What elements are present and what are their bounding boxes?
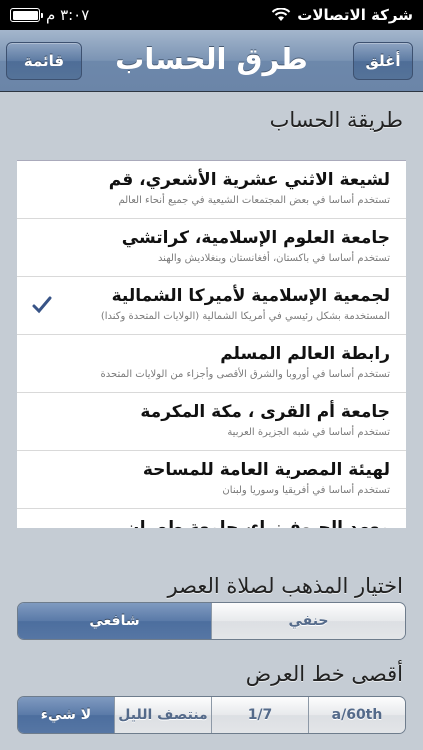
method-title: جامعة أم القرى ، مكة المكرمة <box>140 402 390 422</box>
back-button-label: قائمة <box>23 52 65 70</box>
method-subtitle: تستخدم أساسا في أوروبا والشرق الأقصى وأج… <box>100 369 390 380</box>
latitude-option[interactable]: منتصف الليل <box>115 697 212 733</box>
method-list-item[interactable]: لشيعة الاثني عشرية الأشعري، قم تستخدم أسا… <box>17 161 406 219</box>
carrier-name: شركة الاتصالات <box>297 6 413 24</box>
method-title: لجمعية الإسلامية لأميركا الشمالية <box>111 286 390 306</box>
status-time: ٣:٠٧ م <box>46 6 90 24</box>
asr-method-heading: اختيار المذهب لصلاة العصر <box>167 574 403 598</box>
method-subtitle: تستخدم أساسا في بعض المجتمعات الشيعية في… <box>118 195 390 206</box>
latitude-option[interactable]: a/60th <box>309 697 405 733</box>
status-right: شركة الاتصالات <box>271 6 413 24</box>
battery-icon <box>10 8 43 22</box>
method-list-item[interactable]: لهيئة المصرية العامة للمساحة تستخدم أساسا… <box>17 451 406 509</box>
status-left: ٣:٠٧ م <box>10 6 89 24</box>
latitude-option[interactable]: 1/7 <box>212 697 309 733</box>
method-subtitle: تستخدم أساسا في باكستان، أفغانستان وبنغل… <box>157 253 390 264</box>
method-subtitle: تستخدم أساسا في شبه الجزيرة العربية <box>227 427 390 438</box>
back-button[interactable]: قائمة <box>6 42 82 80</box>
asr-option[interactable]: شافعي <box>18 603 212 639</box>
asr-segmented-control: شافعي حنفي <box>17 602 406 640</box>
checkmark-icon <box>32 296 52 314</box>
latitude-option[interactable]: لا شيء <box>18 697 115 733</box>
wifi-icon <box>272 8 291 21</box>
method-subtitle: المستخدمة بشكل رئيسي في أمريكا الشمالية … <box>100 311 390 322</box>
method-list-item[interactable]: جامعة العلوم الإسلامية، كراتشي تستخدم أسا… <box>17 219 406 277</box>
method-list-item[interactable]: معهد الجيوفيزياء، جامعة طهران <box>17 509 406 528</box>
latitude-heading: أقصى خط العرض <box>245 662 403 686</box>
calc-method-list[interactable]: لشيعة الاثني عشرية الأشعري، قم تستخدم أسا… <box>17 160 406 528</box>
latitude-segmented-control: لا شيء منتصف الليل 1/7 a/60th <box>17 696 406 734</box>
method-subtitle: تستخدم أساسا في أفريقيا وسوريا ولبنان <box>222 485 390 496</box>
method-title: لشيعة الاثني عشرية الأشعري، قم <box>108 170 390 190</box>
asr-option[interactable]: حنفي <box>212 603 405 639</box>
method-title: جامعة العلوم الإسلامية، كراتشي <box>121 228 390 248</box>
method-title: رابطة العالم المسلم <box>220 344 390 364</box>
method-list-item[interactable]: رابطة العالم المسلم تستخدم أساسا في أوروب… <box>17 335 406 393</box>
close-button[interactable]: أغلق <box>353 42 413 80</box>
status-bar: ٣:٠٧ م شركة الاتصالات <box>0 0 423 30</box>
navigation-bar: طرق الحساب أغلق قائمة <box>0 30 423 92</box>
method-title: لهيئة المصرية العامة للمساحة <box>142 460 390 480</box>
method-title: معهد الجيوفيزياء، جامعة طهران <box>125 518 390 528</box>
method-list-item[interactable]: لجمعية الإسلامية لأميركا الشمالية المستخد… <box>17 277 406 335</box>
method-list-item[interactable]: جامعة أم القرى ، مكة المكرمة تستخدم أساسا… <box>17 393 406 451</box>
calc-method-heading: طريقة الحساب <box>269 108 403 132</box>
